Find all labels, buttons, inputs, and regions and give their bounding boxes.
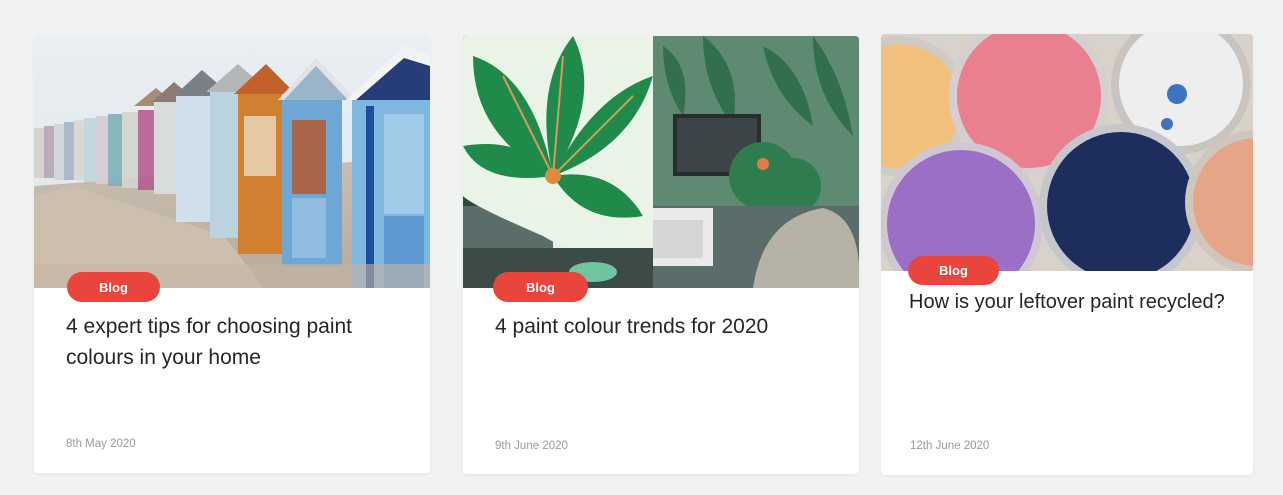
blog-card[interactable]: Blog 4 paint colour trends for 2020 9th … xyxy=(463,36,859,474)
blog-card[interactable]: Blog 4 expert tips for choosing paint co… xyxy=(34,36,430,473)
card-date: 9th June 2020 xyxy=(495,440,568,452)
blog-badge[interactable]: Blog xyxy=(67,272,160,302)
blog-badge[interactable]: Blog xyxy=(908,256,999,285)
beach-huts-image[interactable] xyxy=(34,36,430,288)
card-title[interactable]: 4 paint colour trends for 2020 xyxy=(495,311,845,342)
card-title[interactable]: 4 expert tips for choosing paint colours… xyxy=(66,311,416,373)
blog-badge[interactable]: Blog xyxy=(493,272,588,302)
blog-card[interactable]: Blog How is your leftover paint recycled… xyxy=(881,34,1253,475)
blog-card-grid: Blog 4 expert tips for choosing paint co… xyxy=(0,0,1283,495)
paint-tins-image[interactable] xyxy=(881,34,1253,271)
card-date: 12th June 2020 xyxy=(910,440,990,452)
card-date: 8th May 2020 xyxy=(66,438,136,450)
card-title[interactable]: How is your leftover paint recycled? xyxy=(909,287,1229,317)
tropical-living-room-image[interactable] xyxy=(463,36,859,288)
